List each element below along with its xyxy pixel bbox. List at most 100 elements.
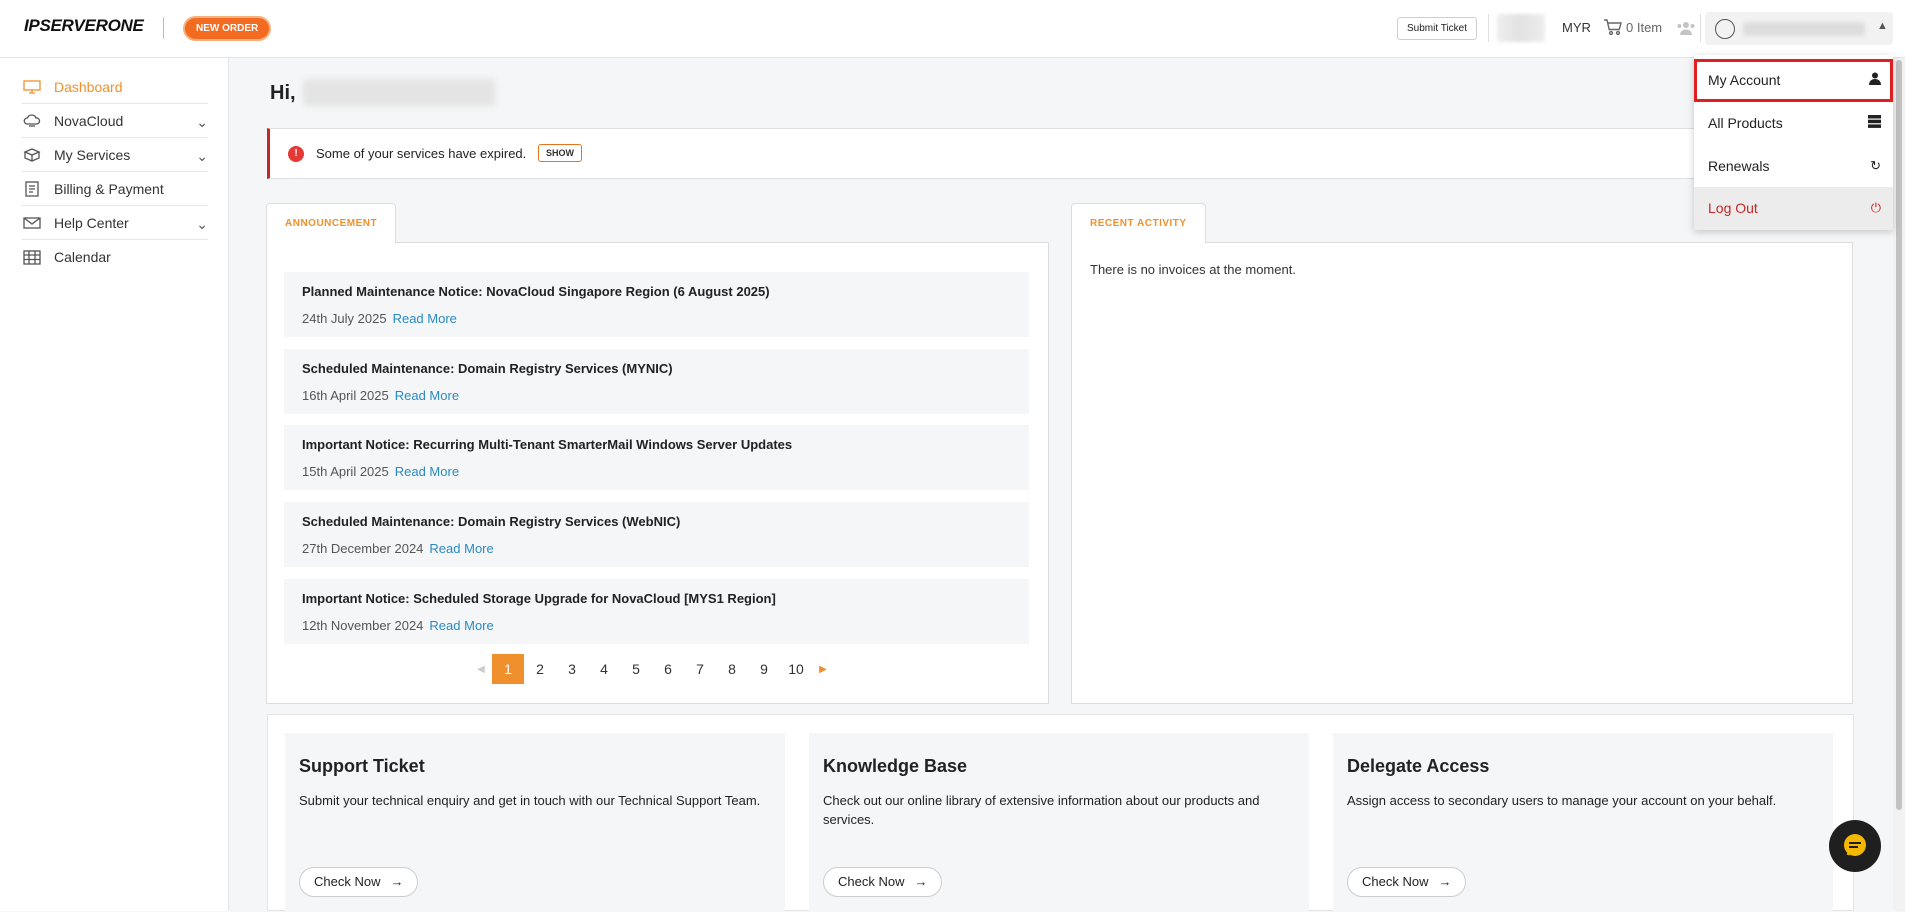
users-icon[interactable] <box>1676 20 1696 39</box>
show-expired-button[interactable]: SHOW <box>538 144 582 162</box>
button-label: Check Now <box>838 874 905 889</box>
announcement-date: 12th November 2024 <box>302 618 424 633</box>
page-6[interactable]: 6 <box>652 654 684 684</box>
read-more-link[interactable]: Read More <box>395 388 459 403</box>
tab-recent-activity[interactable]: RECENT ACTIVITY <box>1071 203 1206 243</box>
announcement-date: 24th July 2025 <box>302 311 387 326</box>
menu-item-label: Log Out <box>1708 200 1758 216</box>
read-more-link[interactable]: Read More <box>429 618 493 633</box>
page-8[interactable]: 8 <box>716 654 748 684</box>
chevron-down-icon: ⌄ <box>196 216 208 232</box>
sidebar-item-my-services[interactable]: My Services ⌄ <box>22 138 208 172</box>
card-description: Check out our online library of extensiv… <box>823 793 1260 827</box>
list-item: Planned Maintenance Notice: NovaCloud Si… <box>284 272 1029 337</box>
read-more-link[interactable]: Read More <box>393 311 457 326</box>
sidebar-item-label: Calendar <box>54 249 111 265</box>
sidebar-item-label: NovaCloud <box>54 112 124 129</box>
page-9[interactable]: 9 <box>748 654 780 684</box>
announcement-title[interactable]: Important Notice: Recurring Multi-Tenant… <box>302 437 792 452</box>
page-5[interactable]: 5 <box>620 654 652 684</box>
page-7[interactable]: 7 <box>684 654 716 684</box>
sidebar: Dashboard NovaCloud ⌄ My Services ⌄ Bill… <box>0 58 229 911</box>
menu-item-renewals[interactable]: Renewals ↻ <box>1694 145 1893 188</box>
arrow-right-icon: → <box>390 874 404 889</box>
sidebar-item-label: Dashboard <box>54 78 123 95</box>
new-order-button[interactable]: NEW ORDER <box>183 16 272 41</box>
support-ticket-card: Support Ticket Submit your technical enq… <box>285 733 785 912</box>
announcement-title[interactable]: Scheduled Maintenance: Domain Registry S… <box>302 361 673 376</box>
tab-announcement[interactable]: ANNOUNCEMENT <box>266 203 397 243</box>
box-icon <box>22 147 42 163</box>
announcement-title[interactable]: Important Notice: Scheduled Storage Upgr… <box>302 591 776 606</box>
page-10[interactable]: 10 <box>780 654 812 684</box>
delegate-access-card: Delegate Access Assign access to seconda… <box>1333 733 1833 912</box>
list-item: Scheduled Maintenance: Domain Registry S… <box>284 349 1029 414</box>
prev-page-icon[interactable]: ◀ <box>470 664 492 675</box>
check-now-button[interactable]: Check Now → <box>1347 867 1467 897</box>
monitor-icon <box>22 79 42 95</box>
chat-button[interactable] <box>1829 820 1881 872</box>
sidebar-item-help-center[interactable]: Help Center ⌄ <box>22 206 208 240</box>
account-menu-button[interactable]: ▲ <box>1705 12 1893 45</box>
refresh-icon: ↻ <box>1870 158 1881 173</box>
card-description: Submit your technical enquiry and get in… <box>299 793 761 808</box>
mail-icon <box>22 215 42 231</box>
divider <box>1488 14 1489 42</box>
scrollbar-thumb[interactable] <box>1896 60 1902 810</box>
check-now-button[interactable]: Check Now → <box>299 867 419 897</box>
scrollbar[interactable] <box>1893 58 1905 911</box>
sidebar-item-label: My Services <box>54 146 131 163</box>
menu-item-all-products[interactable]: All Products <box>1694 102 1893 145</box>
arrow-right-icon: → <box>1438 874 1452 889</box>
menu-item-label: Renewals <box>1708 158 1770 174</box>
cloud-icon <box>22 113 42 129</box>
logo[interactable]: IPSERVERONE <box>24 16 144 36</box>
announcement-date: 27th December 2024 <box>302 541 424 556</box>
announcement-date: 15th April 2025 <box>302 464 389 479</box>
empty-message: There is no invoices at the moment. <box>1090 262 1296 277</box>
submit-ticket-button[interactable]: Submit Ticket <box>1397 17 1478 40</box>
server-icon <box>1868 115 1881 131</box>
sidebar-item-novacloud[interactable]: NovaCloud ⌄ <box>22 104 208 138</box>
page-4[interactable]: 4 <box>588 654 620 684</box>
list-item: Important Notice: Scheduled Storage Upgr… <box>284 579 1029 644</box>
avatar <box>1715 19 1735 39</box>
list-item: Important Notice: Recurring Multi-Tenant… <box>284 425 1029 490</box>
top-bar: IPSERVERONE NEW ORDER Submit Ticket MYR … <box>0 0 1905 58</box>
quick-links: Support Ticket Submit your technical enq… <box>267 714 1854 912</box>
button-label: Check Now <box>314 874 381 889</box>
redacted-balance <box>1497 14 1545 42</box>
currency-selector[interactable]: MYR <box>1562 20 1591 35</box>
card-title: Delegate Access <box>1347 756 1490 776</box>
page-2[interactable]: 2 <box>524 654 556 684</box>
chevron-down-icon: ⌄ <box>196 148 208 164</box>
next-page-icon[interactable]: ▶ <box>812 664 834 675</box>
announcement-title[interactable]: Scheduled Maintenance: Domain Registry S… <box>302 514 680 529</box>
read-more-link[interactable]: Read More <box>429 541 493 556</box>
recent-activity-panel: There is no invoices at the moment. <box>1071 242 1853 704</box>
sidebar-item-billing[interactable]: Billing & Payment <box>22 172 208 206</box>
menu-item-my-account[interactable]: My Account <box>1694 59 1893 102</box>
card-title: Support Ticket <box>299 756 425 776</box>
cart-button[interactable]: 0 Item <box>1603 18 1662 36</box>
announcement-date: 16th April 2025 <box>302 388 389 403</box>
check-now-button[interactable]: Check Now → <box>823 867 943 897</box>
sidebar-item-calendar[interactable]: Calendar <box>22 240 208 274</box>
redacted-user-name <box>303 79 495 106</box>
receipt-icon <box>22 180 42 197</box>
redacted-username <box>1743 22 1865 36</box>
menu-item-log-out[interactable]: Log Out ⏻ <box>1694 187 1893 230</box>
pagination: ◀ 1 2 3 4 5 6 7 8 9 10 ▶ <box>470 654 834 684</box>
sidebar-item-label: Billing & Payment <box>54 180 164 197</box>
announcement-title[interactable]: Planned Maintenance Notice: NovaCloud Si… <box>302 284 770 299</box>
read-more-link[interactable]: Read More <box>395 464 459 479</box>
menu-item-label: My Account <box>1708 72 1781 88</box>
cart-icon <box>1604 19 1622 36</box>
greeting: Hi, <box>270 82 296 104</box>
divider <box>1700 14 1701 42</box>
page-1[interactable]: 1 <box>492 654 524 684</box>
alert-icon: ! <box>288 146 304 162</box>
sidebar-item-dashboard[interactable]: Dashboard <box>22 70 208 104</box>
page-3[interactable]: 3 <box>556 654 588 684</box>
cart-count: 0 Item <box>1626 19 1663 35</box>
